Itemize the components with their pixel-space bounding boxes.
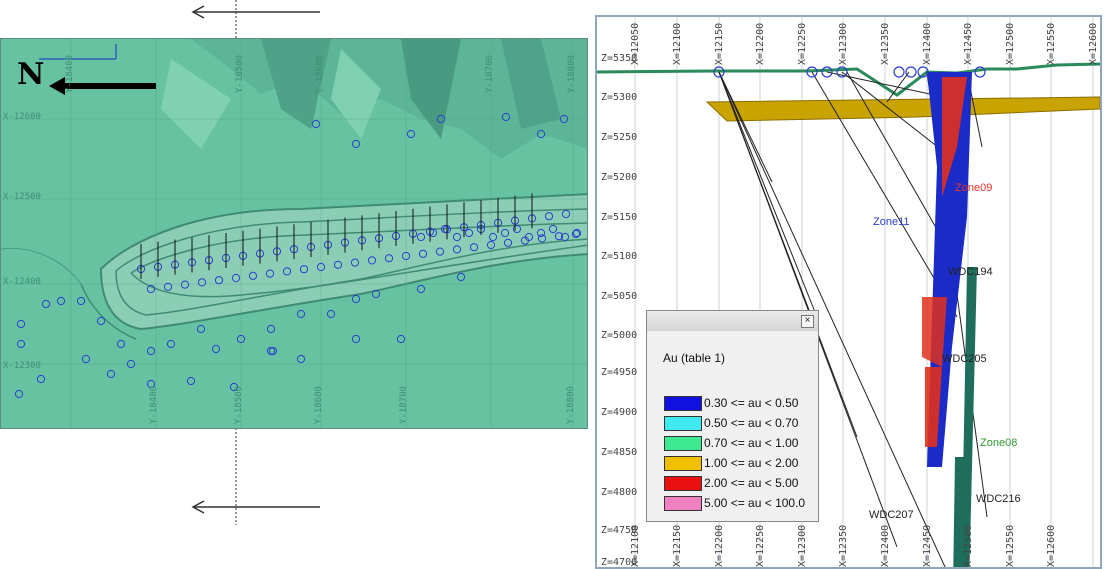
x-axis-label-top: X=12250 — [797, 22, 808, 65]
top-arrow-icon — [191, 5, 320, 19]
x-axis-label-bottom: X=12150 — [672, 524, 683, 567]
x-axis-label-bottom: X=12450 — [922, 524, 933, 567]
x-axis-label-bottom: X=12300 — [797, 524, 808, 567]
legend-swatch — [664, 395, 702, 411]
z-axis-label: Z=5200 — [601, 172, 638, 183]
x-axis-label-bottom: X=12500 — [963, 524, 974, 567]
legend-titlebar[interactable]: × — [647, 311, 818, 331]
z-axis-label: Z=5250 — [601, 132, 638, 143]
grid-label-bottom: Y-18600 — [314, 386, 324, 424]
grid-label-bottom: Y-18500 — [234, 386, 244, 424]
grid-label-top: Y-18400 — [65, 55, 75, 93]
x-axis-label-bottom: X=12400 — [880, 524, 891, 567]
x-axis-label-bottom: X=12600 — [1046, 524, 1057, 567]
z-axis-label: Z=4950 — [601, 367, 638, 378]
grade-legend-window[interactable]: × Au (table 1) 0.30 <= au < 0.50 0.50 <=… — [646, 310, 819, 522]
grid-label-top: Y-18500 — [235, 55, 245, 93]
z-axis-label: Z=5300 — [601, 92, 638, 103]
grid-label-bottom: Y-18800 — [566, 386, 576, 424]
x-axis-label-top: X=12550 — [1046, 22, 1057, 65]
x-axis-label-bottom: X=12350 — [838, 524, 849, 567]
legend-item-label: 2.00 <= au < 5.00 — [704, 476, 799, 490]
grid-label-left: X-12300 — [3, 361, 41, 371]
legend-item: 0.70 <= au < 1.00 — [664, 435, 820, 451]
legend-item-label: 0.30 <= au < 0.50 — [704, 396, 799, 410]
grid-label-left: X-12500 — [3, 192, 41, 202]
x-axis-label-bottom: X=12200 — [714, 524, 725, 567]
x-axis-label-top: X=12300 — [838, 22, 849, 65]
z-axis-label: Z=5000 — [601, 330, 638, 341]
grid-label-top: Y-18700 — [485, 55, 495, 93]
z-axis-label: Z=5100 — [601, 251, 638, 262]
legend-item: 1.00 <= au < 2.00 — [664, 455, 820, 471]
legend-title: Au (table 1) — [663, 351, 726, 365]
zone-label: Zone09 — [955, 182, 993, 194]
hole-label: WDC205 — [942, 353, 987, 365]
x-axis-label-bottom: X=12550 — [1005, 524, 1016, 567]
x-axis-label-top: X=12050 — [630, 22, 641, 65]
plan-view-map[interactable]: N X-12600 X-12500 X-12400 X-12300 Y-1840… — [0, 38, 588, 429]
legend-item-label: 0.50 <= au < 0.70 — [704, 416, 799, 430]
legend-swatch — [664, 475, 702, 491]
z-axis-label: Z=5150 — [601, 212, 638, 223]
legend-item: 0.30 <= au < 0.50 — [664, 395, 820, 411]
x-axis-label-top: X=12500 — [1005, 22, 1016, 65]
bottom-arrow-icon — [191, 500, 320, 514]
legend-item: 5.00 <= au < 100.0 — [664, 495, 820, 511]
grid-label-top: Y-18600 — [315, 55, 325, 93]
legend-item-label: 5.00 <= au < 100.0 — [704, 496, 806, 510]
x-axis-label-top: X=12100 — [672, 22, 683, 65]
north-label: N — [17, 57, 45, 92]
z-axis-label: Z=4850 — [601, 447, 638, 458]
z-axis-label: Z=5050 — [601, 291, 638, 302]
close-icon[interactable]: × — [801, 315, 814, 328]
plan-terrain — [1, 39, 587, 428]
x-axis-label-top: X=12150 — [714, 22, 725, 65]
grid-label-bottom: Y-18700 — [399, 386, 409, 424]
x-axis-label-bottom: X=12100 — [630, 524, 641, 567]
x-axis-label-top: X=12450 — [963, 22, 974, 65]
x-axis-label-top: X=12600 — [1088, 22, 1099, 65]
legend-item: 2.00 <= au < 5.00 — [664, 475, 820, 491]
grid-label-left: X-12400 — [3, 277, 41, 287]
legend-swatch — [664, 435, 702, 451]
zone-label: Zone08 — [980, 437, 1018, 449]
z-axis-label: Z=4800 — [601, 487, 638, 498]
legend-swatch — [664, 455, 702, 471]
x-axis-label-bottom: X=12250 — [755, 524, 766, 567]
hole-label: WDC194 — [948, 266, 993, 278]
x-axis-label-top: X=12200 — [755, 22, 766, 65]
legend-swatch — [664, 495, 702, 511]
zone-label: Zone11 — [873, 216, 910, 228]
hole-label: WDC207 — [869, 509, 914, 521]
legend-item: 0.50 <= au < 0.70 — [664, 415, 820, 431]
hole-label: WDC216 — [976, 493, 1021, 505]
legend-item-label: 1.00 <= au < 2.00 — [704, 456, 799, 470]
x-axis-label-top: X=12350 — [880, 22, 891, 65]
grid-label-top: Y-18800 — [567, 55, 577, 93]
x-axis-label-top: X=12400 — [922, 22, 933, 65]
z-axis-label: Z=4900 — [601, 407, 638, 418]
grid-label-left: X-12600 — [3, 112, 41, 122]
grid-label-bottom: Y-18400 — [149, 386, 159, 424]
legend-swatch — [664, 415, 702, 431]
legend-item-label: 0.70 <= au < 1.00 — [704, 436, 799, 450]
